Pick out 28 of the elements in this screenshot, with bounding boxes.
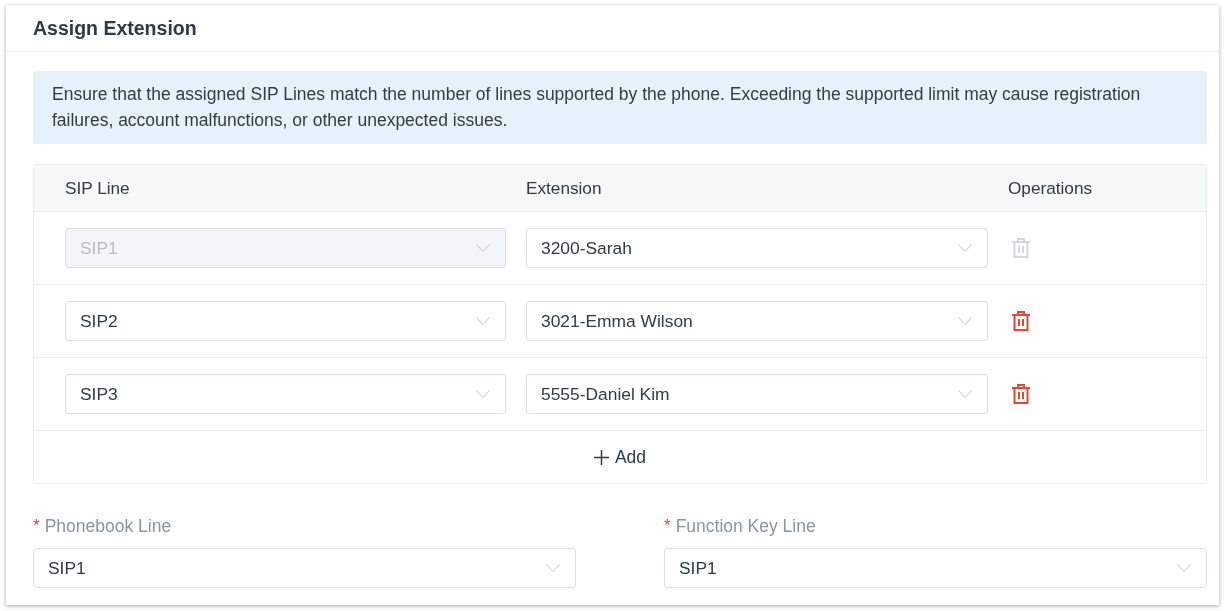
extension-select[interactable]: 3021-Emma Wilson bbox=[526, 301, 988, 341]
plus-icon bbox=[593, 449, 609, 465]
chevron-down-icon bbox=[476, 390, 490, 398]
column-header: Operations bbox=[1008, 177, 1094, 199]
field-label: Phonebook Line bbox=[44, 515, 172, 537]
extension-select[interactable]: 3200-Sarah bbox=[526, 228, 988, 268]
chevron-down-icon bbox=[958, 244, 972, 252]
field-label: Function Key Line bbox=[675, 515, 816, 537]
sip-line-select[interactable]: SIP3 bbox=[65, 374, 506, 414]
notice-message: Ensure that the assigned SIP Lines match the number of lines supported by the phone. Exceeding the supported limit may cause registration failures, account malfunctions, or other unexpected issues. bbox=[33, 71, 1207, 144]
chevron-down-icon bbox=[476, 244, 490, 252]
column-header: SIP Line bbox=[65, 177, 131, 199]
sip-line-select[interactable]: SIP2 bbox=[65, 301, 506, 341]
chevron-down-icon bbox=[1177, 564, 1191, 572]
column-header: Extension bbox=[526, 177, 603, 199]
chevron-down-icon bbox=[476, 317, 490, 325]
line-select[interactable]: SIP1 bbox=[33, 548, 576, 588]
add-button[interactable]: Add bbox=[591, 444, 649, 470]
trash-icon[interactable] bbox=[1012, 384, 1030, 404]
section-title: Assign Extension bbox=[33, 16, 197, 40]
required-mark: * bbox=[33, 516, 40, 536]
extension-select[interactable]: 5555-Daniel Kim bbox=[526, 374, 988, 414]
chevron-down-icon bbox=[958, 317, 972, 325]
line-select[interactable]: SIP1 bbox=[664, 548, 1207, 588]
chevron-down-icon bbox=[546, 564, 560, 572]
required-mark: * bbox=[664, 516, 671, 536]
chevron-down-icon bbox=[958, 390, 972, 398]
trash-icon[interactable] bbox=[1012, 311, 1030, 331]
